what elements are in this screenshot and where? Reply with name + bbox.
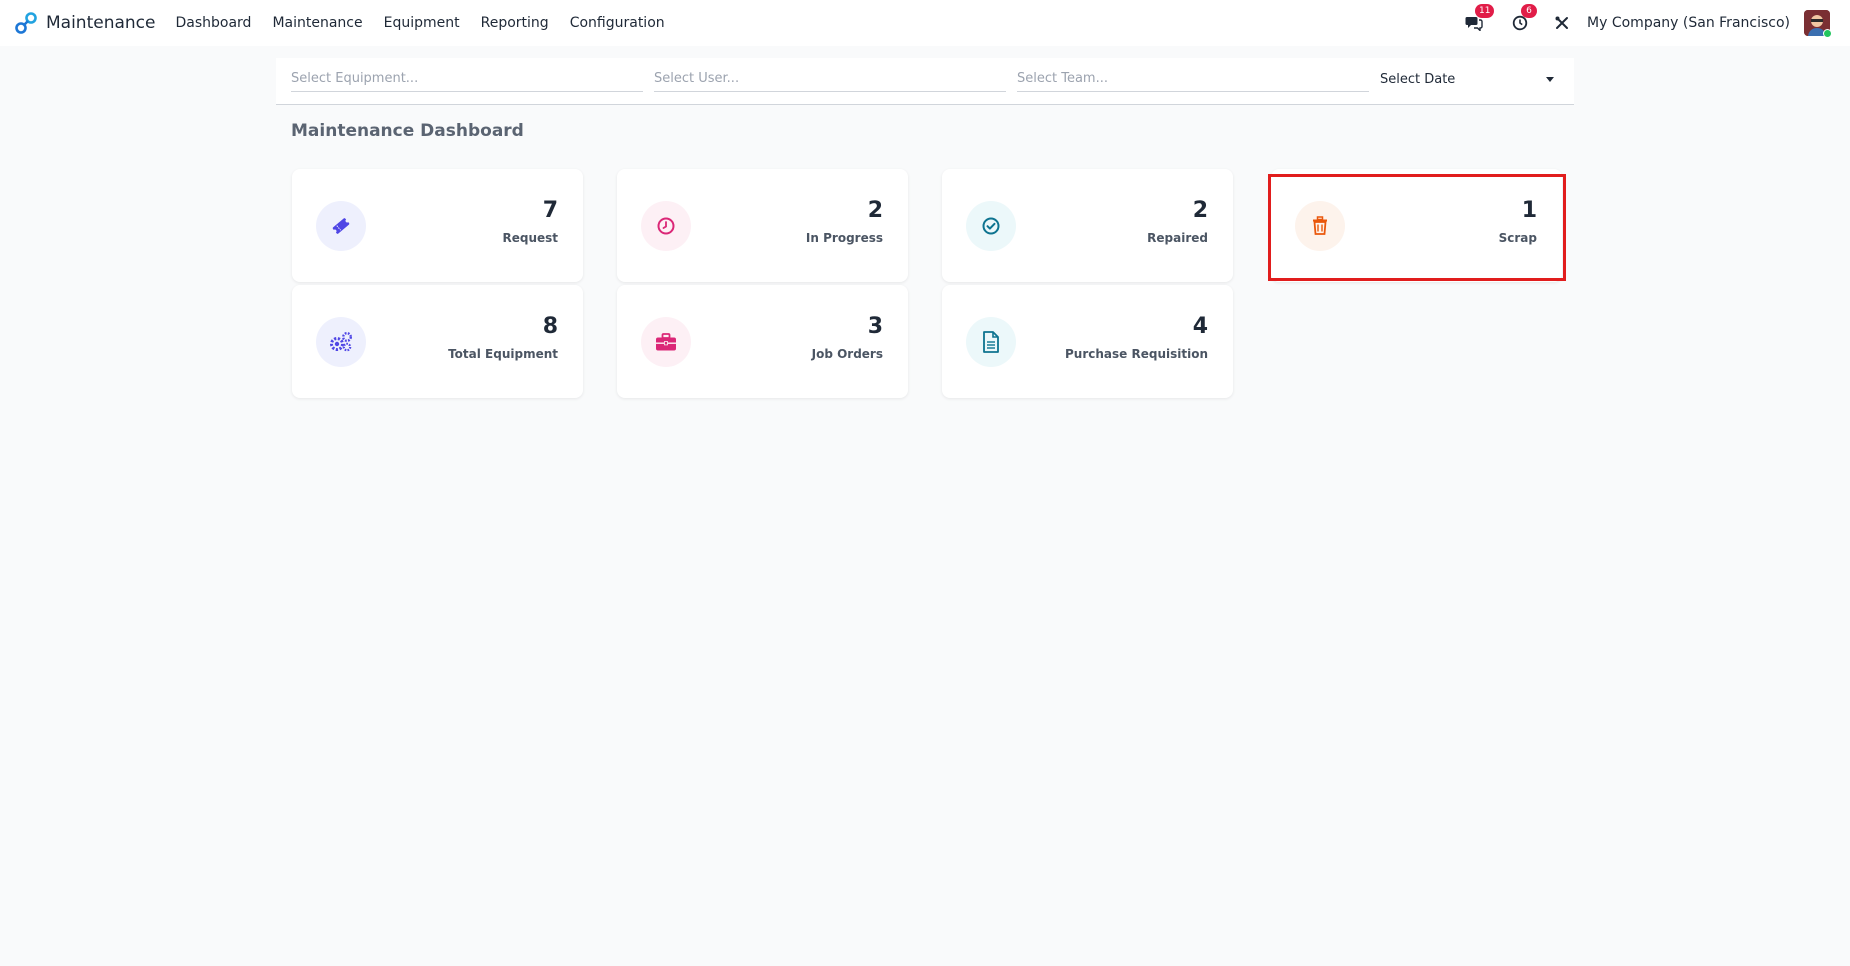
team-filter-input[interactable] — [1017, 66, 1369, 92]
request-count: 7 — [542, 198, 558, 223]
equipment-filter-input[interactable] — [291, 66, 643, 92]
top-navbar: Maintenance Dashboard Maintenance Equipm… — [0, 0, 1850, 46]
scrap-highlight-box — [1268, 174, 1566, 281]
purchase-requisition-label: Purchase Requisition — [1065, 347, 1208, 361]
user-filter-input[interactable] — [654, 66, 1006, 92]
clock-icon — [641, 201, 691, 251]
nav-maintenance[interactable]: Maintenance — [272, 15, 362, 31]
card-purchase-requisition[interactable]: 4 Purchase Requisition — [942, 285, 1233, 398]
online-status-dot — [1823, 29, 1832, 38]
gears-icon — [316, 317, 366, 367]
date-select[interactable]: Select Date — [1380, 66, 1554, 92]
in-progress-label: In Progress — [805, 231, 883, 245]
repaired-label: Repaired — [1147, 231, 1208, 245]
card-request[interactable]: 7 Request — [292, 169, 583, 282]
card-in-progress[interactable]: 2 In Progress — [617, 169, 908, 282]
card-total-equipment[interactable]: 8 Total Equipment — [292, 285, 583, 398]
activities-badge: 6 — [1521, 4, 1538, 18]
nav-reporting[interactable]: Reporting — [481, 15, 549, 31]
job-orders-count: 3 — [867, 314, 883, 339]
user-avatar[interactable] — [1804, 10, 1832, 38]
navbar-systray: 11 6 My Company (San Francisco) — [1463, 0, 1850, 46]
nav-equipment[interactable]: Equipment — [384, 15, 460, 31]
check-circle-icon — [966, 201, 1016, 251]
app-name: Maintenance — [46, 13, 156, 33]
dashboard-title: Maintenance Dashboard — [291, 121, 524, 141]
job-orders-label: Job Orders — [811, 347, 883, 361]
brand[interactable]: Maintenance — [14, 11, 155, 35]
messages-button[interactable]: 11 — [1463, 4, 1495, 34]
tools-icon — [1555, 16, 1569, 29]
card-job-orders[interactable]: 3 Job Orders — [617, 285, 908, 398]
nav-configuration[interactable]: Configuration — [570, 15, 665, 31]
app-logo-icon — [15, 12, 37, 34]
purchase-requisition-count: 4 — [1192, 314, 1208, 339]
request-label: Request — [502, 231, 558, 245]
caret-down-icon — [1546, 76, 1554, 82]
date-select-label: Select Date — [1380, 71, 1456, 87]
debug-tools-button[interactable] — [1551, 12, 1573, 34]
company-switcher[interactable]: My Company (San Francisco) — [1587, 15, 1790, 31]
filter-bar: Select Date — [276, 58, 1574, 105]
card-repaired[interactable]: 2 Repaired — [942, 169, 1233, 282]
nav-dashboard[interactable]: Dashboard — [175, 15, 251, 31]
repaired-count: 2 — [1192, 198, 1208, 223]
total-equipment-label: Total Equipment — [448, 347, 558, 361]
activities-button[interactable]: 6 — [1509, 4, 1538, 34]
messages-badge: 11 — [1475, 4, 1495, 18]
briefcase-icon — [641, 317, 691, 367]
document-icon — [966, 317, 1016, 367]
ticket-icon — [316, 201, 366, 251]
total-equipment-count: 8 — [542, 314, 558, 339]
in-progress-count: 2 — [867, 198, 883, 223]
